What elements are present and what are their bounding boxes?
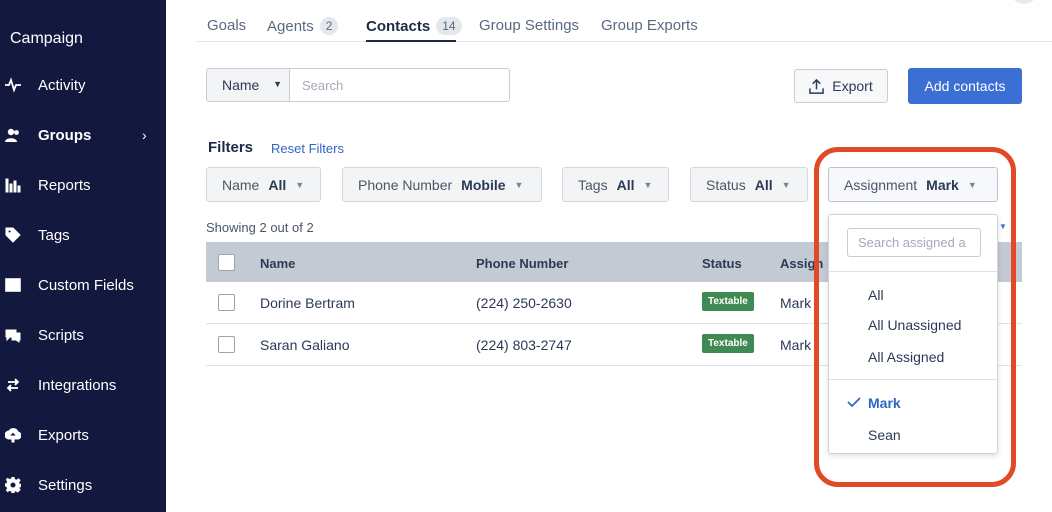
- activity-icon: [4, 76, 22, 94]
- sidebar-item-tags[interactable]: Tags: [0, 220, 166, 250]
- gear-icon: [4, 476, 22, 494]
- integrations-icon: [4, 376, 22, 394]
- row-checkbox[interactable]: [218, 336, 235, 353]
- filter-label: Phone Number: [358, 176, 453, 193]
- filter-value: Mobile: [461, 176, 506, 193]
- filter-status[interactable]: Status All ▼: [690, 167, 808, 202]
- tab-label: Goals: [207, 17, 247, 34]
- select-all-checkbox[interactable]: [218, 254, 235, 271]
- scripts-icon: [4, 326, 22, 344]
- status-badge: Textable: [702, 292, 754, 311]
- sidebar-item-exports[interactable]: Exports: [0, 420, 166, 450]
- custom-fields-icon: [4, 276, 22, 294]
- tab-label: Agents: [267, 17, 314, 35]
- sidebar-item-label: Reports: [38, 176, 91, 194]
- exports-icon: [4, 426, 22, 444]
- upload-icon: [809, 78, 825, 94]
- caret-down-icon: ▼: [514, 179, 524, 190]
- column-header-status[interactable]: Status: [702, 256, 742, 271]
- active-tab-indicator: [366, 40, 456, 42]
- sidebar-item-custom-fields[interactable]: Custom Fields: [0, 270, 166, 300]
- tab-label: Group Exports: [601, 17, 698, 34]
- reports-icon: [4, 176, 22, 194]
- export-button[interactable]: Export: [794, 69, 888, 103]
- tab-group-settings[interactable]: Group Settings: [479, 17, 579, 34]
- search-field-select[interactable]: Name ▼: [206, 68, 290, 102]
- sidebar-item-integrations[interactable]: Integrations: [0, 370, 166, 400]
- filter-value: All: [268, 176, 287, 193]
- sidebar-item-settings[interactable]: Settings: [0, 470, 166, 500]
- filter-label: Status: [706, 176, 746, 193]
- sidebar-item-label: Tags: [38, 226, 70, 244]
- tab-label: Contacts: [366, 17, 431, 35]
- filter-name[interactable]: Name All ▼: [206, 167, 321, 202]
- contact-phone: (224) 803-2747: [476, 337, 572, 353]
- count-badge: 2: [319, 17, 339, 35]
- sidebar-item-label: Custom Fields: [38, 276, 134, 294]
- sidebar-item-scripts[interactable]: Scripts: [0, 320, 166, 350]
- sidebar-item-reports[interactable]: Reports: [0, 170, 166, 200]
- count-badge: 14: [436, 17, 462, 35]
- contact-name[interactable]: Dorine Bertram: [260, 295, 355, 311]
- tab-goals[interactable]: Goals: [207, 17, 246, 34]
- filter-label: Name: [222, 176, 260, 193]
- contact-phone: (224) 250-2630: [476, 295, 572, 311]
- column-header-phone[interactable]: Phone Number: [476, 256, 568, 271]
- sidebar-item-label: Integrations: [38, 376, 117, 394]
- tab-contacts[interactable]: Contacts 14: [366, 17, 462, 35]
- search-field-label: Name: [222, 77, 260, 93]
- sidebar-item-groups[interactable]: Groups ›: [0, 120, 166, 150]
- filters-heading: Filters: [208, 139, 254, 156]
- filter-tags[interactable]: Tags All ▼: [562, 167, 669, 202]
- sidebar-item-label: Activity: [38, 76, 86, 94]
- caret-down-icon: ▼: [273, 79, 282, 89]
- search-input[interactable]: [290, 68, 510, 102]
- tab-agents[interactable]: Agents 2: [267, 17, 339, 35]
- highlight-outline: [814, 147, 1016, 487]
- chevron-right-icon: ›: [142, 127, 147, 143]
- caret-down-icon: ▼: [781, 179, 791, 190]
- tab-group-exports[interactable]: Group Exports: [601, 17, 698, 34]
- tag-icon: [4, 226, 22, 244]
- filter-phone-number[interactable]: Phone Number Mobile ▼: [342, 167, 542, 202]
- sidebar-item-label: Settings: [38, 476, 93, 494]
- row-checkbox[interactable]: [218, 294, 235, 311]
- sidebar: Campaign Activity Groups › Reports Tags …: [0, 0, 166, 512]
- sidebar-item-label: Scripts: [38, 326, 84, 344]
- caret-down-icon: ▼: [295, 179, 305, 190]
- avatar[interactable]: [1010, 0, 1038, 4]
- add-contacts-button[interactable]: Add contacts: [908, 68, 1022, 104]
- filter-value: All: [616, 176, 635, 193]
- groups-icon: [4, 126, 22, 144]
- sidebar-item-label: Exports: [38, 426, 89, 444]
- tab-label: Group Settings: [479, 17, 580, 34]
- contact-assignee: Mark: [780, 337, 812, 353]
- sidebar-item-label: Groups: [38, 126, 92, 144]
- contact-name[interactable]: Saran Galiano: [260, 337, 350, 353]
- filter-value: All: [754, 176, 773, 193]
- caret-down-icon: ▼: [643, 179, 653, 190]
- contact-assignee: Mark: [780, 295, 812, 311]
- filter-label: Tags: [578, 176, 608, 193]
- column-header-name[interactable]: Name: [260, 256, 295, 271]
- sidebar-item-activity[interactable]: Activity: [0, 70, 166, 100]
- app-title: Campaign: [10, 30, 83, 47]
- reset-filters-link[interactable]: Reset Filters: [271, 141, 344, 156]
- export-label: Export: [832, 78, 873, 94]
- results-count: Showing 2 out of 2: [206, 220, 314, 235]
- status-badge: Textable: [702, 334, 754, 353]
